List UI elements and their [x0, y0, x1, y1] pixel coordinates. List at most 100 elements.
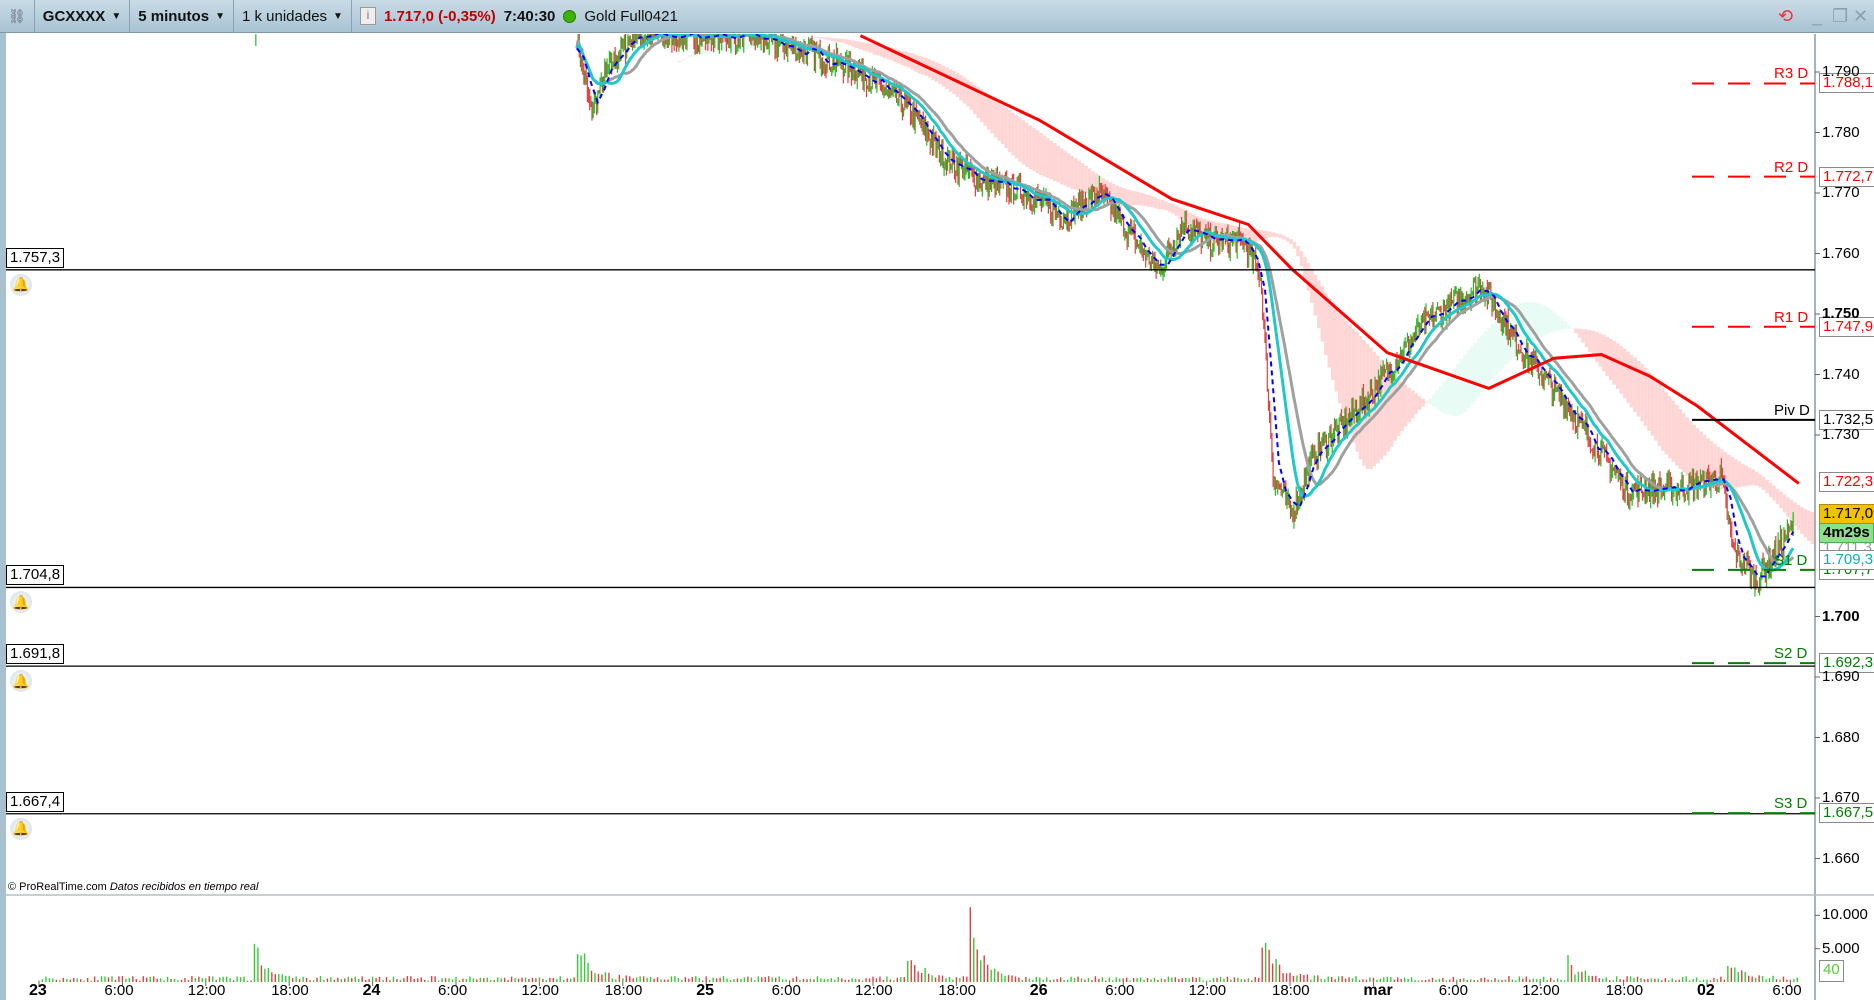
y-tick-label: 1.750 — [1822, 305, 1860, 322]
ichimoku-cloud — [1136, 191, 1140, 206]
ichimoku-cloud — [1615, 343, 1620, 390]
ichimoku-cloud — [816, 37, 821, 39]
pivot-name: S2 D — [1774, 645, 1808, 663]
fast-line-blue-dashed — [576, 34, 1795, 578]
ichimoku-cloud — [1654, 379, 1658, 441]
x-tick-label: 18:00 — [938, 982, 976, 999]
ichimoku-cloud — [1403, 384, 1408, 427]
ichimoku-cloud — [1574, 328, 1578, 334]
ichimoku-cloud — [1317, 280, 1321, 329]
pivot-value: 1.667,5 — [1819, 803, 1874, 824]
alert-price-label[interactable]: 1.691,8 — [6, 644, 65, 665]
ichimoku-cloud — [1563, 321, 1568, 330]
ichimoku-cloud — [841, 38, 845, 43]
ichimoku-cloud — [1668, 396, 1672, 459]
ichimoku-cloud — [1327, 297, 1332, 368]
ichimoku-cloud — [1084, 165, 1088, 194]
ichimoku-cloud — [1282, 235, 1286, 240]
ichimoku-cloud — [1542, 305, 1547, 336]
indicator-value: 1.709,3 — [1819, 550, 1874, 571]
alert-price-label[interactable]: 1.704,8 — [6, 565, 65, 586]
ichimoku-cloud — [1775, 488, 1780, 505]
y-tick-label: 1.770 — [1822, 184, 1860, 201]
ichimoku-cloud — [1494, 321, 1498, 376]
x-tick-label: 6:00 — [438, 982, 468, 999]
ichimoku-cloud — [1661, 387, 1665, 451]
ichimoku-cloud — [966, 79, 970, 107]
ichimoku-cloud — [1730, 457, 1735, 488]
ichimoku-cloud — [1758, 474, 1762, 488]
ichimoku-cloud — [1167, 202, 1172, 212]
ichimoku-cloud — [1445, 377, 1450, 415]
ichimoku-cloud — [1626, 351, 1630, 404]
ichimoku-cloud — [827, 37, 831, 41]
ichimoku-cloud — [1765, 479, 1769, 494]
ichimoku-cloud — [1059, 148, 1064, 185]
ichimoku-cloud — [1410, 390, 1415, 419]
ichimoku-cloud — [1803, 508, 1808, 538]
ichimoku-cloud — [1751, 469, 1755, 485]
ichimoku-cloud — [1174, 205, 1179, 216]
ichimoku-cloud — [1768, 482, 1773, 498]
ichimoku-cloud — [1647, 371, 1651, 431]
ichimoku-cloud — [1556, 315, 1561, 331]
ichimoku-cloud — [1292, 242, 1297, 249]
bell-icon[interactable]: 🔔 — [10, 817, 32, 840]
ichimoku-cloud — [823, 37, 828, 40]
ichimoku-cloud — [834, 38, 838, 42]
ichimoku-cloud — [1553, 312, 1557, 332]
ichimoku-cloud — [1741, 463, 1745, 487]
x-tick-label: 12:00 — [521, 982, 559, 999]
ichimoku-cloud — [1132, 191, 1137, 206]
ichimoku-cloud — [1025, 122, 1029, 168]
bell-icon[interactable]: 🔔 — [10, 670, 32, 693]
y-tick-label: 1.660 — [1822, 849, 1860, 867]
ichimoku-cloud — [1612, 340, 1616, 385]
ichimoku-cloud — [1421, 398, 1425, 407]
ichimoku-cloud — [1428, 398, 1432, 405]
ichimoku-cloud — [1073, 158, 1078, 190]
ichimoku-cloud — [1049, 140, 1054, 180]
ichimoku-cloud — [1782, 494, 1787, 513]
ichimoku-cloud — [1463, 355, 1467, 412]
x-tick-label: 12:00 — [1522, 982, 1560, 999]
pivot-name: R1 D — [1774, 308, 1809, 326]
ichimoku-cloud — [1584, 329, 1589, 348]
alert-price-label[interactable]: 1.667,4 — [6, 791, 65, 812]
ichimoku-cloud — [1664, 392, 1669, 455]
x-tick-label: mar — [1363, 982, 1393, 999]
price-chart[interactable] — [0, 0, 1874, 1000]
ichimoku-cloud — [1143, 193, 1147, 207]
x-tick-label: 23 — [29, 982, 47, 999]
bell-icon[interactable]: 🔔 — [10, 273, 32, 296]
ichimoku-cloud — [1014, 115, 1019, 159]
bell-icon[interactable]: 🔔 — [10, 591, 32, 614]
ichimoku-cloud — [1004, 107, 1008, 149]
ichimoku-cloud — [1438, 386, 1443, 411]
ichimoku-cloud — [1800, 507, 1804, 534]
x-tick-label: 12:00 — [1188, 982, 1227, 999]
ichimoku-cloud — [1178, 207, 1182, 219]
indicator-value: 1.722,3 — [1819, 471, 1874, 492]
x-tick-label: 18:00 — [271, 982, 309, 999]
tenkan-line-cyan — [575, 34, 1795, 573]
ichimoku-cloud — [1164, 201, 1168, 211]
ichimoku-cloud — [837, 38, 842, 43]
ichimoku-cloud — [1744, 465, 1749, 487]
alert-price-label[interactable]: 1.757,3 — [6, 247, 65, 268]
ichimoku-cloud — [1685, 417, 1689, 476]
ichimoku-cloud — [900, 50, 904, 65]
y-tick-label: 1.700 — [1822, 607, 1860, 625]
ichimoku-cloud — [1264, 231, 1269, 238]
ichimoku-cloud — [844, 39, 848, 45]
ichimoku-cloud — [799, 35, 803, 39]
ichimoku-cloud — [1424, 401, 1429, 403]
ichimoku-cloud — [1483, 331, 1488, 388]
ichimoku-cloud — [861, 42, 866, 51]
ichimoku-cloud — [1456, 363, 1460, 416]
ichimoku-cloud — [1331, 303, 1335, 381]
ichimoku-cloud — [1737, 461, 1742, 488]
ichimoku-cloud — [1334, 307, 1338, 392]
ichimoku-cloud — [1754, 471, 1759, 486]
ichimoku-cloud — [1678, 409, 1682, 470]
